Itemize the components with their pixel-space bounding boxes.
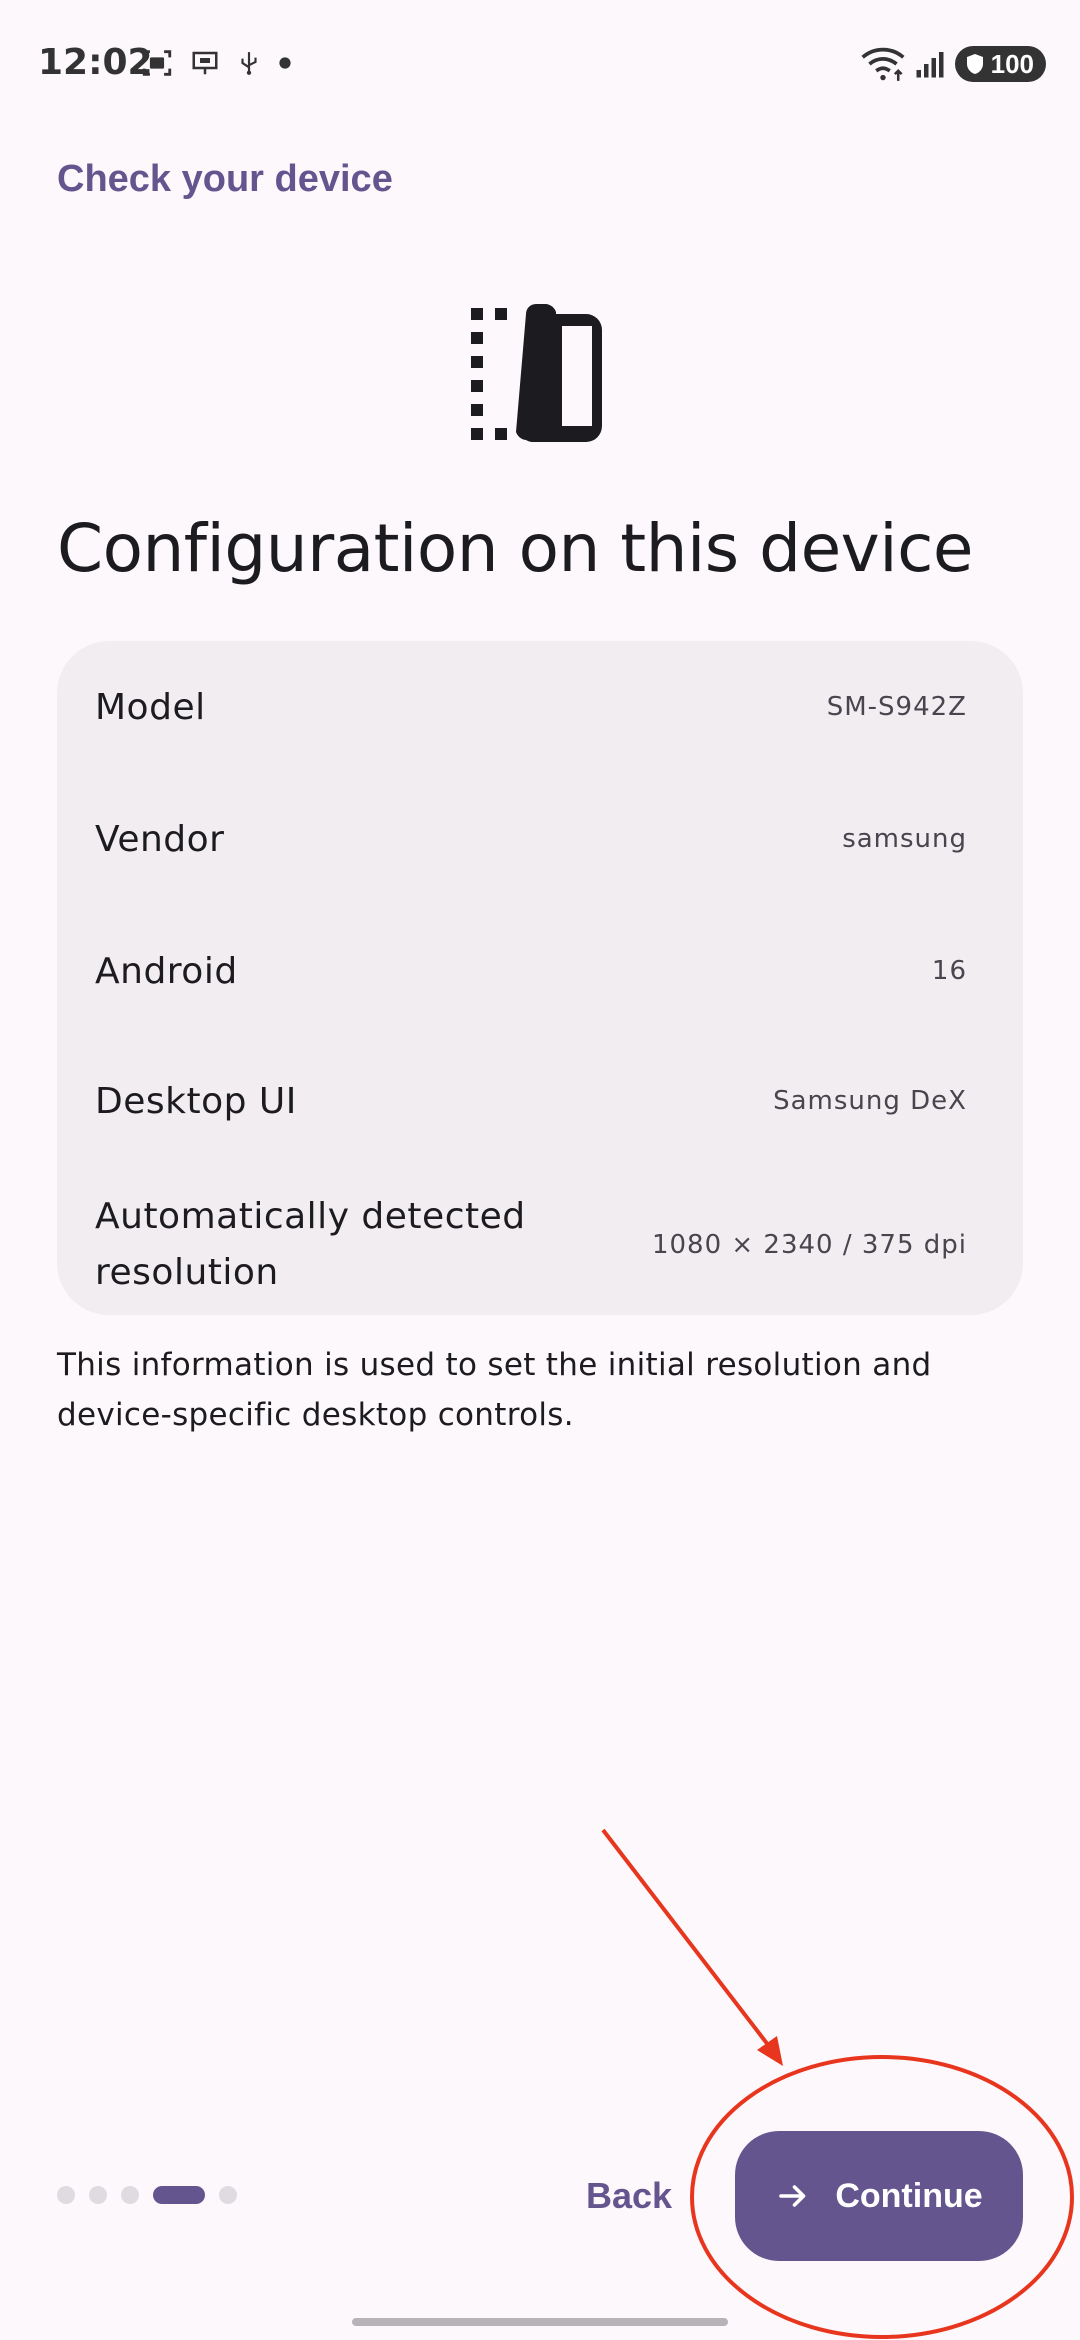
config-label: Vendor — [95, 818, 225, 860]
page-dot — [121, 2186, 139, 2204]
config-row-model: Model SM-S942Z — [95, 677, 967, 737]
config-row-desktop-ui: Desktop UI Samsung DeX — [95, 1071, 967, 1131]
screenshot-icon — [142, 50, 172, 76]
config-label: Desktop UI — [95, 1080, 297, 1122]
annotation-arrowhead — [757, 2036, 783, 2066]
config-value: SM-S942Z — [826, 692, 967, 722]
continue-button-label: Continue — [835, 2176, 983, 2215]
wifi-icon — [861, 47, 905, 81]
page-dot-active — [153, 2186, 205, 2204]
page-title: Configuration on this device — [57, 510, 973, 587]
config-value: samsung — [842, 824, 967, 854]
home-indicator[interactable] — [352, 2318, 728, 2326]
dot-icon — [279, 57, 291, 69]
page-indicator — [57, 2186, 237, 2204]
config-row-android: Android 16 — [95, 941, 967, 1001]
arrow-right-icon — [779, 2185, 806, 2207]
battery-level: 100 — [990, 48, 1034, 79]
config-value: 1080 × 2340 / 375 dpi — [651, 1230, 967, 1260]
status-time: 12:02 — [38, 42, 153, 83]
page-dot — [219, 2186, 237, 2204]
config-row-resolution: Automatically detected resolution 1080 ×… — [95, 1187, 967, 1303]
page-header-title: Check your device — [57, 158, 393, 200]
foldable-device-icon — [471, 304, 602, 442]
device-config-card: Model SM-S942Z Vendor samsung Android 16… — [57, 641, 1023, 1315]
continue-button[interactable]: Continue — [735, 2131, 1023, 2261]
info-text: This information is used to set the init… — [57, 1347, 932, 1433]
signal-icon — [916, 52, 944, 78]
config-label: Automatically detected resolution — [95, 1196, 526, 1293]
config-row-vendor: Vendor samsung — [95, 809, 967, 869]
status-system-icons: 100 — [861, 46, 1046, 82]
config-label: Model — [95, 686, 206, 728]
status-notification-icons — [140, 46, 292, 80]
battery-indicator: 100 — [954, 46, 1046, 82]
cast-icon — [192, 51, 218, 75]
status-bar: 12:02 100 — [0, 0, 1080, 130]
page-dot — [57, 2186, 75, 2204]
config-label: Android — [95, 950, 238, 992]
shield-icon — [966, 54, 983, 74]
config-value: 16 — [931, 956, 967, 986]
annotation-arrow — [601, 1828, 774, 2052]
usb-icon — [241, 52, 257, 75]
config-value: Samsung DeX — [773, 1086, 967, 1116]
page-dot — [89, 2186, 107, 2204]
back-button[interactable]: Back — [586, 2166, 672, 2226]
